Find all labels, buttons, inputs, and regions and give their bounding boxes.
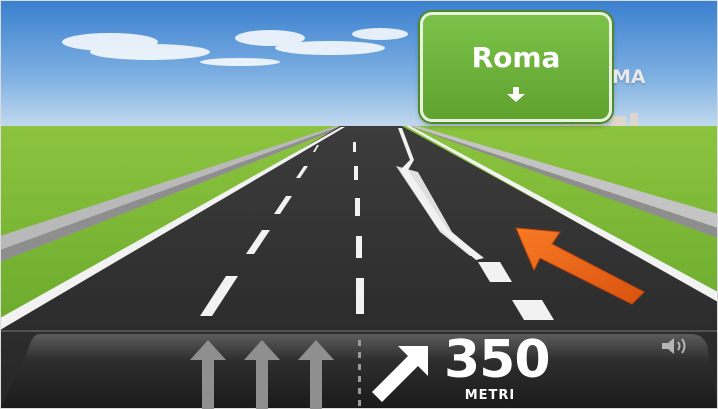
lane-guidance — [190, 340, 334, 409]
distance-unit: METRI — [464, 388, 516, 403]
straight-arrow-icon — [298, 340, 334, 409]
bear-right-arrow-icon — [372, 346, 428, 402]
distance-value: 350 — [444, 330, 551, 390]
speaker-icon[interactable] — [660, 336, 690, 356]
sign-destination: Roma — [471, 41, 561, 74]
navigation-screen: Roma MA 350 METRI — [0, 0, 718, 409]
straight-arrow-icon — [190, 340, 226, 409]
down-arrow-icon — [507, 87, 525, 102]
background-city-text: MA — [612, 66, 646, 88]
direction-sign: Roma — [420, 12, 612, 122]
straight-arrow-icon — [244, 340, 280, 409]
